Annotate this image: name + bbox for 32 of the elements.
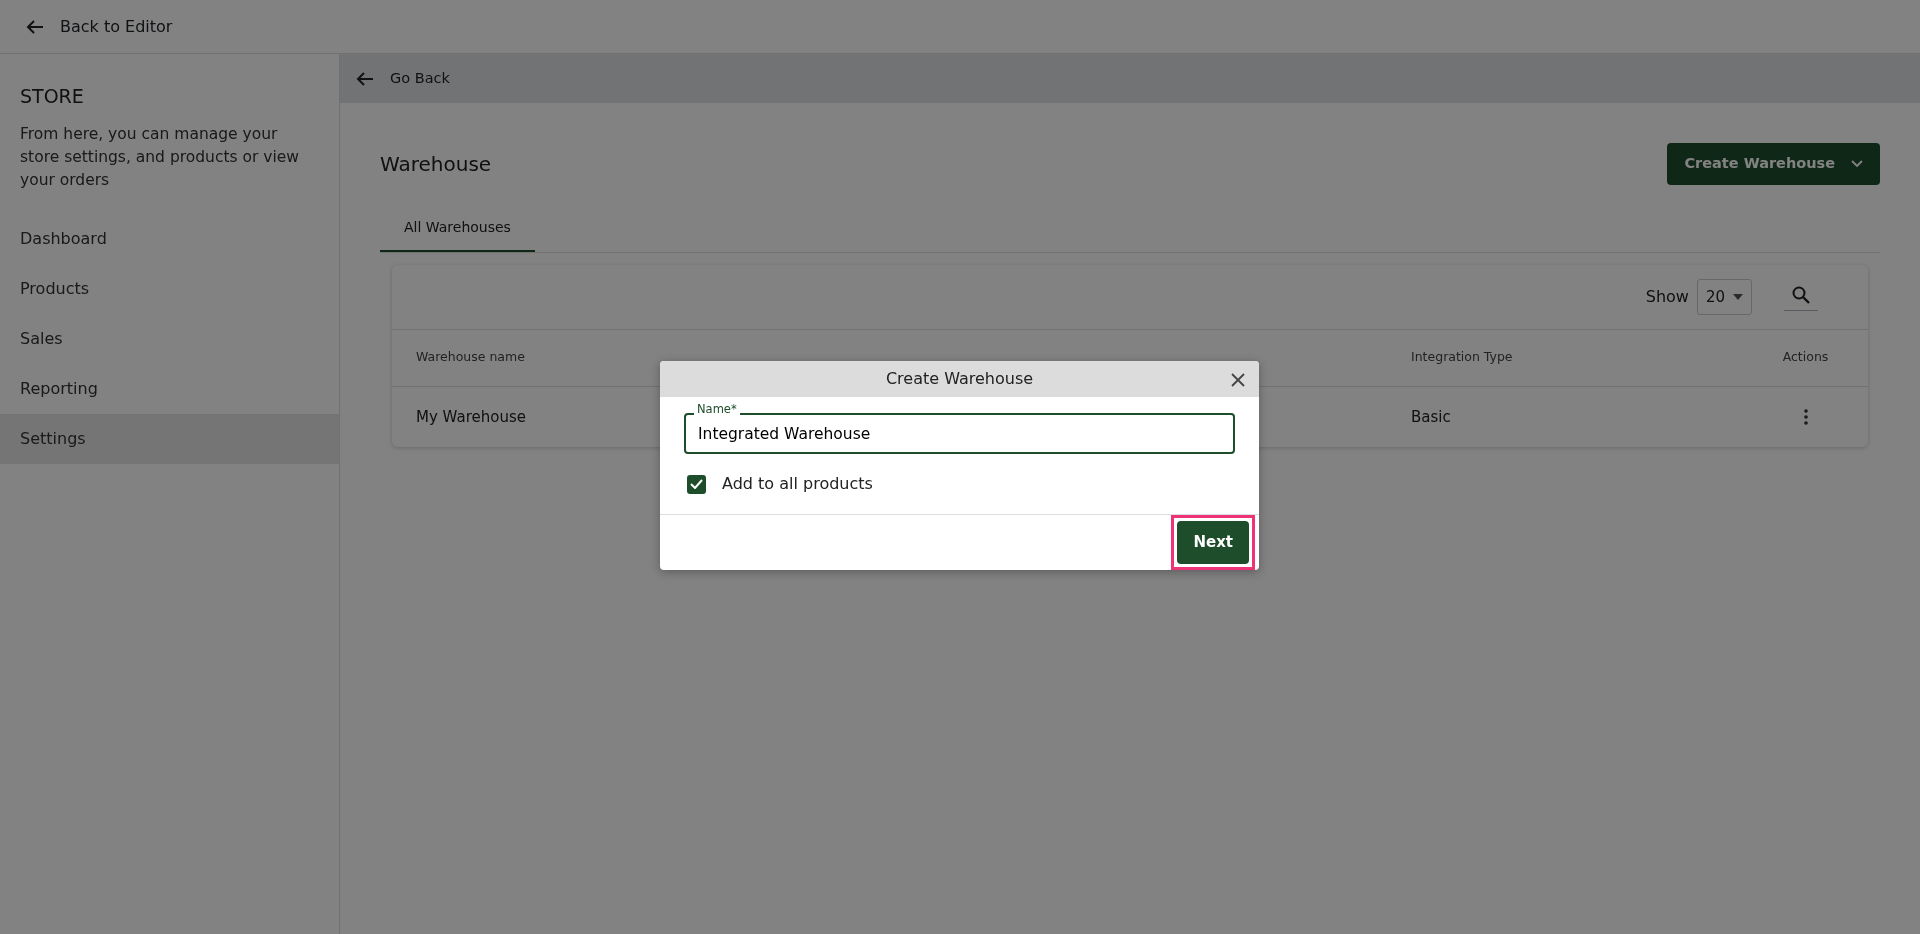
back-to-editor-link[interactable]: Back to Editor (60, 14, 173, 39)
close-button[interactable] (1231, 373, 1245, 387)
search-icon[interactable] (1792, 285, 1810, 304)
tab[interactable]: All Warehouses (380, 204, 535, 252)
caret-icon (1733, 293, 1743, 300)
more-options-icon[interactable] (1803, 409, 1808, 425)
next-button[interactable]: Next (1177, 521, 1249, 564)
sidebar-item[interactable]: Products (0, 264, 339, 315)
table-cell: My Warehouse (416, 407, 526, 426)
chevron-down-icon (1851, 159, 1863, 168)
sidebar-title: STORE (19, 84, 85, 109)
sidebar-item[interactable]: Dashboard (0, 214, 339, 265)
sidebar-item[interactable]: Sales (0, 314, 339, 365)
page-size-select[interactable]: 20 (1696, 278, 1752, 315)
back-arrow-icon (356, 70, 374, 87)
create-warehouse-button[interactable]: Create Warehouse (1667, 143, 1880, 185)
column-header: Warehouse name (416, 349, 525, 365)
field-label: Name* (694, 403, 740, 417)
back-arrow-icon (26, 18, 44, 35)
go-back-link[interactable]: Go Back (390, 67, 450, 90)
page-title: Warehouse (380, 151, 492, 176)
name-field[interactable]: Integrated Warehouse (684, 413, 1235, 454)
show-label: Show (1645, 285, 1689, 308)
sidebar-item[interactable]: Settings (0, 414, 339, 465)
sidebar-description: From here, you can manage your store settings, and products or view your orders (19, 123, 300, 191)
sidebar-item[interactable]: Reporting (0, 364, 339, 415)
checkbox[interactable] (687, 474, 706, 494)
column-header: Integration Type (1411, 349, 1513, 365)
table-cell: Basic (1411, 407, 1451, 426)
column-header: Actions (1782, 349, 1829, 365)
checkbox-label: Add to all products (722, 473, 873, 495)
dialog-title: Create Warehouse (885, 368, 1034, 390)
